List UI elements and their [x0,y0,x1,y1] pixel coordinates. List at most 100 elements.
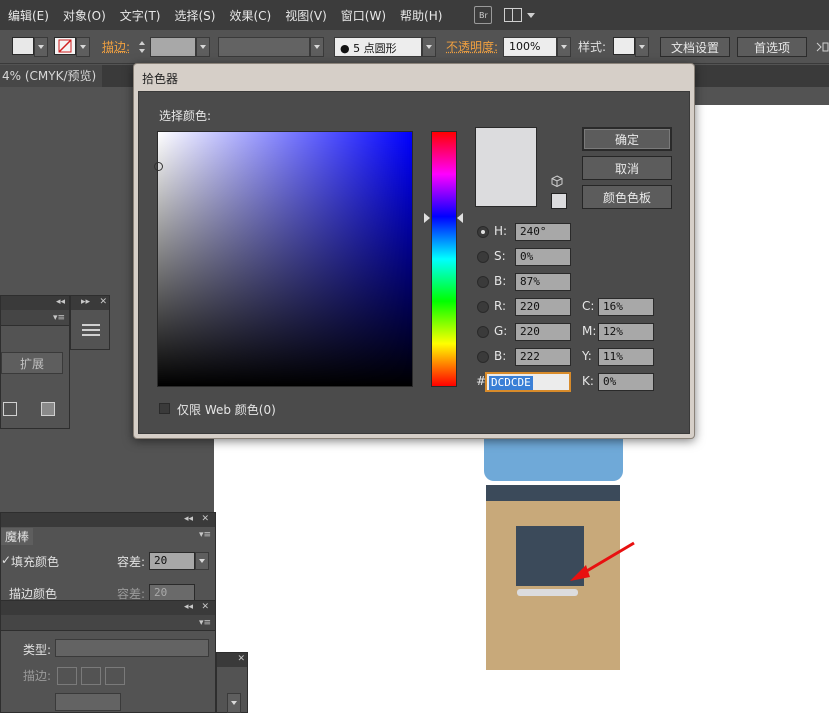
menu-view[interactable]: 视图(V) [285,7,327,24]
expand-icon[interactable]: ▸▸ [81,296,90,309]
dialog-body: 选择颜色: 确定 取消 颜色色板 H: 240° S: 0% B: 87% R:… [138,91,690,434]
type-label: 类型: [23,643,52,657]
stroke-swatch[interactable] [54,37,76,55]
green-radio[interactable] [477,326,489,338]
stroke-along-icon[interactable] [81,667,101,685]
stroke-weight-dropdown[interactable] [196,37,210,57]
preferences-button[interactable]: 首选项 [737,37,807,57]
document-settings-button[interactable]: 文档设置 [660,37,730,57]
menu-edit[interactable]: 编辑(E) [8,7,49,24]
hue-radio[interactable] [477,226,489,238]
collapse-icon[interactable]: ◂◂ [184,513,193,526]
menu-help[interactable]: 帮助(H) [400,7,442,24]
collapse-icon[interactable]: ◂◂ [184,601,193,614]
chevron-down-icon[interactable] [527,12,536,18]
magenta-field[interactable]: 12% [598,323,654,341]
brightness-radio[interactable] [477,276,489,288]
document-tab[interactable]: 4% (CMYK/预览) [0,65,102,87]
saturation-radio[interactable] [477,251,489,263]
pathfinder-panel: ◂◂ ▾≡ 扩展 [0,295,70,429]
variable-width-dropdown[interactable] [310,37,324,57]
style-swatch[interactable] [613,37,635,55]
stroke-across-icon[interactable] [105,667,125,685]
stub-dropdown-arrow[interactable] [227,693,241,713]
hue-slider[interactable] [431,131,457,387]
brush-dot-icon: ● [340,42,354,55]
panel-header-stub: ▸▸ ✕ [71,296,109,310]
close-icon[interactable]: ✕ [201,601,209,614]
menu-select[interactable]: 选择(S) [174,7,215,24]
stroke-within-icon[interactable] [57,667,77,685]
stroke-weight-stepper[interactable] [136,37,148,57]
color-swatches-button[interactable]: 颜色色板 [582,185,672,209]
red-label: R: [494,299,507,313]
variable-width-field[interactable] [218,37,310,57]
brush-dropdown[interactable] [422,37,436,57]
black-label: K: [582,374,594,388]
menu-effect[interactable]: 效果(C) [229,7,271,24]
stroke-dropdown-arrow[interactable] [76,37,90,57]
black-field[interactable]: 0% [598,373,654,391]
stroke-label: 描边: [23,669,52,683]
saturation-brightness-field[interactable] [154,131,413,387]
red-field[interactable]: 220 [515,298,571,316]
fill-dropdown-arrow[interactable] [34,37,48,57]
minus-back-icon[interactable] [41,402,55,416]
saturation-field[interactable]: 0% [515,248,571,266]
stroke-label[interactable]: 描边: [102,37,130,57]
close-icon[interactable]: ✕ [201,513,209,526]
menu-object[interactable]: 对象(O) [63,7,106,24]
opacity-field[interactable]: 100% [503,37,557,57]
color-marker[interactable] [154,162,163,171]
side-panel-stub: ▸▸ ✕ [70,295,110,350]
collapse-icon[interactable]: ◂◂ [56,296,65,309]
blue-field[interactable]: 222 [515,348,571,366]
panel-menu-icon[interactable] [82,324,100,338]
menu-bar: 编辑(E) 对象(O) 文字(T) 选择(S) 效果(C) 视图(V) 窗口(W… [0,0,829,30]
tolerance-field[interactable]: 20 [149,552,195,570]
menu-window[interactable]: 窗口(W) [341,7,386,24]
yellow-field[interactable]: 11% [598,348,654,366]
close-icon[interactable]: ✕ [237,653,245,666]
web-safe-swatch[interactable] [551,193,567,209]
type-dropdown[interactable] [55,639,209,657]
hue-field[interactable]: 240° [515,223,571,241]
saturation-label: S: [494,249,506,263]
brush-field[interactable]: ● 5 点圆形 [334,37,422,57]
brightness-field[interactable]: 87% [515,273,571,291]
stroke-weight-field[interactable] [150,37,196,57]
align-icon[interactable] [815,37,829,57]
divide-icon[interactable] [3,402,17,416]
panel-menu-icon[interactable]: ▾≡ [53,312,65,325]
fill-color-check-icon[interactable]: ✓ [1,553,11,567]
dialog-title: 拾色器 [142,72,179,86]
green-field[interactable]: 220 [515,323,571,341]
red-radio[interactable] [477,301,489,313]
hue-slider-handle-right[interactable] [457,213,463,223]
cyan-field[interactable]: 16% [598,298,654,316]
out-of-gamut-cube-icon[interactable] [551,175,563,187]
artwork-light-bar[interactable] [517,589,578,596]
web-colors-only-checkbox[interactable] [159,403,170,414]
ok-button[interactable]: 确定 [582,127,672,151]
panel-header: ◂◂ ✕ [1,513,215,527]
menu-type[interactable]: 文字(T) [120,7,161,24]
panel-menu-icon[interactable]: ▾≡ [199,617,211,630]
hex-input[interactable]: DCDCDE [485,372,571,392]
blue-radio[interactable] [477,351,489,363]
style-dropdown[interactable] [635,37,649,57]
hue-slider-handle-left[interactable] [424,213,430,223]
arrange-documents-icon[interactable] [504,8,523,22]
fill-swatch[interactable] [12,37,34,55]
tolerance-arrow[interactable] [195,552,209,570]
expand-button[interactable]: 扩展 [1,352,63,374]
angle-field[interactable] [55,693,121,711]
close-icon[interactable]: ✕ [99,296,107,309]
opacity-dropdown[interactable] [557,37,571,57]
magic-wand-tab[interactable]: 魔棒 [1,528,34,545]
bridge-icon[interactable]: Br [474,6,493,24]
artwork-dark-strip[interactable] [486,485,620,501]
cancel-button[interactable]: 取消 [582,156,672,180]
panel-menu-icon[interactable]: ▾≡ [199,529,211,542]
opacity-label[interactable]: 不透明度: [446,37,498,57]
